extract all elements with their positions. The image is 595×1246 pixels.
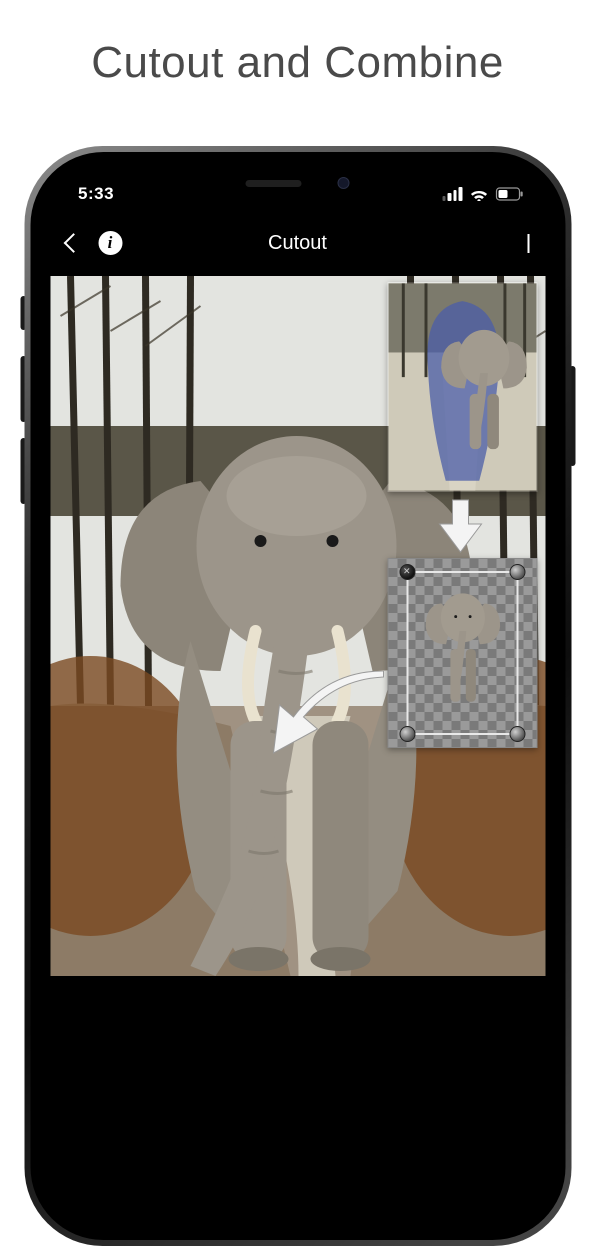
battery-icon [495,187,523,201]
phone-screen: 5:33 i Cutout [44,166,551,1226]
cutout-result-panel[interactable] [387,558,537,748]
source-thumbnail-panel[interactable] [387,282,537,492]
info-button[interactable]: i [98,231,122,255]
cellular-icon [442,187,462,201]
wifi-icon [469,187,488,201]
phone-speaker [246,180,302,187]
arrow-insert-icon [265,671,385,761]
selection-handle-top-right[interactable] [509,564,525,580]
editor-canvas[interactable] [50,276,545,1226]
selection-handle-bottom-right[interactable] [509,726,525,742]
cutout-elephant-thumbnail[interactable] [418,577,508,732]
promo-headline: Cutout and Combine [0,0,595,88]
status-icons [442,187,523,201]
phone-notch [178,166,418,200]
phone-front-camera [338,177,350,189]
nav-bar: i Cutout [44,216,551,270]
back-button[interactable] [63,233,83,253]
status-time: 5:33 [78,184,114,204]
selection-delete-handle[interactable] [399,564,415,580]
phone-mockup: 5:33 i Cutout [24,146,571,1246]
selection-handle-bottom-left[interactable] [399,726,415,742]
arrow-down-icon [437,498,483,554]
forward-button[interactable] [527,234,529,253]
